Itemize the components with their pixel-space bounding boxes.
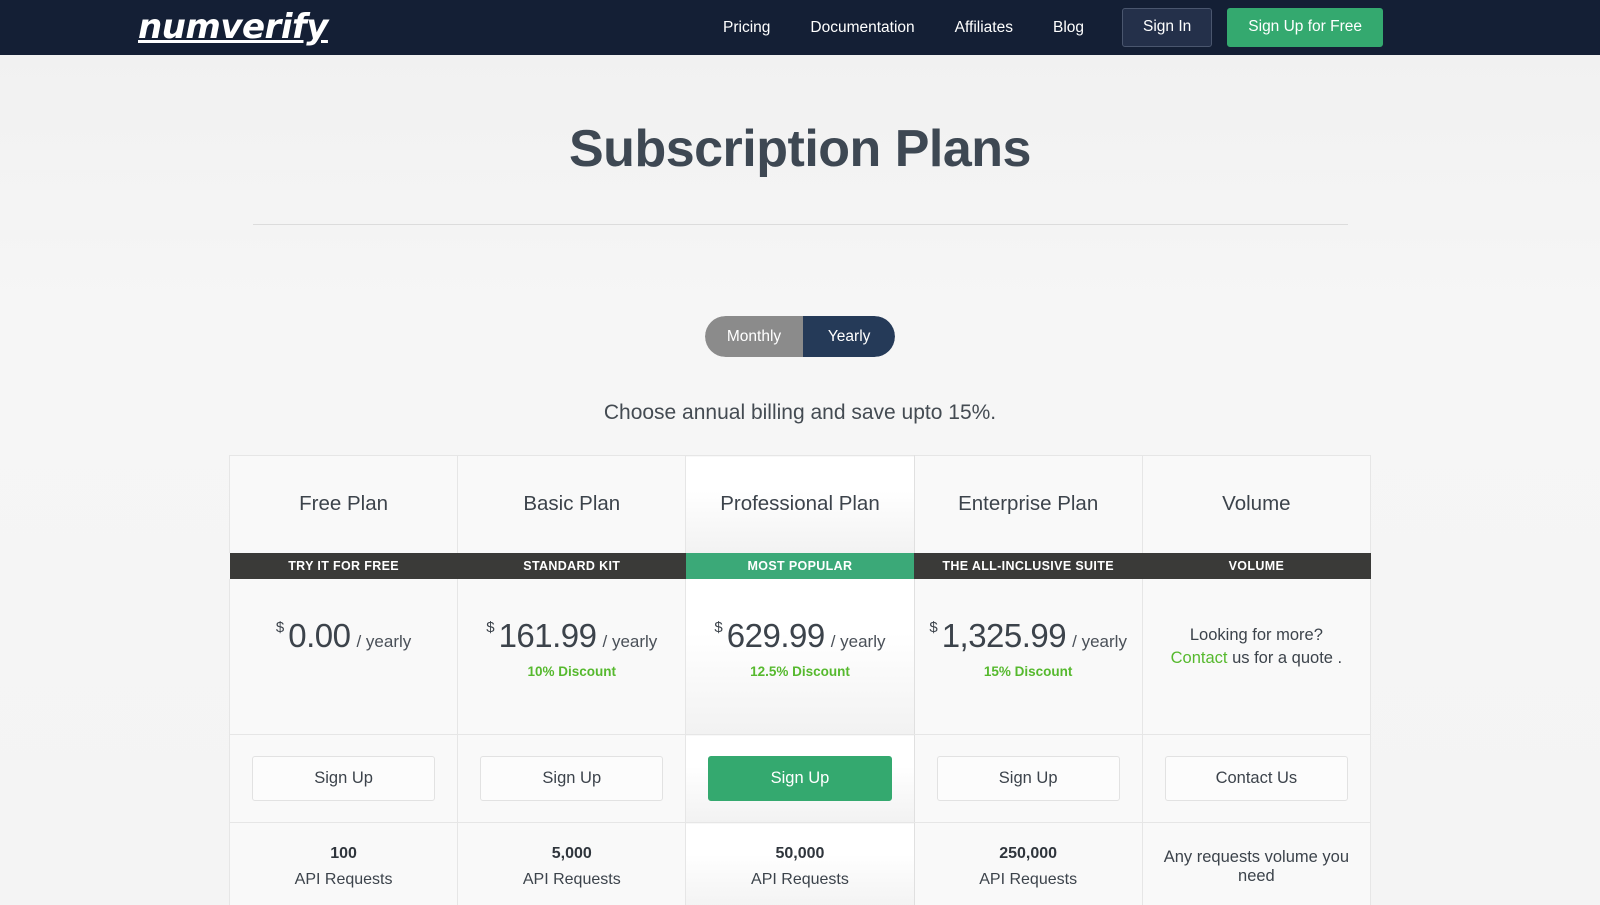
- numverify-logo[interactable]: numverify: [138, 6, 328, 48]
- price-discount: 15% Discount: [983, 663, 1073, 679]
- price-cell-free: $ 0.00 / yearly: [228, 578, 459, 735]
- billing-toggle[interactable]: Monthly Yearly: [704, 316, 896, 357]
- requests-label: API Requests: [979, 870, 1078, 888]
- price-line-professional: $ 629.99 / yearly: [686, 617, 913, 655]
- plan-name-cell-free: Free Plan: [228, 455, 459, 553]
- billing-toggle-wrapper: Monthly Yearly: [0, 316, 1600, 357]
- currency-symbol: $: [714, 618, 723, 636]
- requests-label: API Requests: [751, 870, 849, 888]
- requests-cell-free: 100 API Requests: [228, 822, 459, 905]
- plan-badge-volume: VOLUME: [1142, 552, 1371, 579]
- billing-subtitle: Choose annual billing and save upto 15%.: [603, 401, 997, 424]
- price-line-basic: $ 161.99 / yearly: [458, 617, 685, 655]
- pricing-table-wrapper: Free Plan Basic Plan Professional Plan E…: [228, 455, 1372, 905]
- price-amount: 161.99: [498, 616, 597, 654]
- volume-quote-text: Looking for more? Contact us for a quote…: [1143, 617, 1370, 670]
- page-title: Subscription Plans: [569, 120, 1031, 178]
- signup-button-enterprise[interactable]: Sign Up: [936, 756, 1120, 801]
- requests-note-volume: Any requests volume you need: [1163, 847, 1349, 885]
- price-line-enterprise: $ 1,325.99 / yearly: [915, 617, 1142, 655]
- currency-symbol: $: [486, 618, 495, 636]
- plan-name-cell-basic: Basic Plan: [457, 455, 687, 553]
- requests-count: 250,000: [999, 844, 1058, 862]
- toggle-option-monthly[interactable]: Monthly: [704, 316, 804, 357]
- cta-cell-professional: Sign Up: [685, 734, 915, 823]
- requests-cell-enterprise: 250,000 API Requests: [913, 822, 1143, 905]
- price-amount: 1,325.99: [941, 616, 1067, 654]
- volume-quote-line2: Contact us for a quote .: [1143, 647, 1370, 670]
- top-navbar: numverify Pricing Documentation Affiliat…: [0, 0, 1600, 55]
- price-line-free: $ 0.00 / yearly: [230, 617, 457, 655]
- currency-symbol: $: [929, 618, 938, 636]
- requests-count: 100: [330, 844, 357, 862]
- price-cell-volume: Looking for more? Contact us for a quote…: [1141, 578, 1372, 735]
- plan-name-cell-professional: Professional Plan: [685, 455, 915, 553]
- price-period: / yearly: [1072, 631, 1127, 651]
- toggle-option-yearly[interactable]: Yearly: [803, 316, 896, 357]
- requests-label: API Requests: [294, 870, 393, 888]
- plan-cta-row: Sign Up Sign Up Sign Up Sign Up Contact …: [228, 734, 1372, 823]
- nav-link-blog[interactable]: Blog: [1033, 0, 1104, 55]
- contact-us-button[interactable]: Contact Us: [1164, 756, 1348, 801]
- cta-cell-free: Sign Up: [228, 734, 459, 823]
- contact-link[interactable]: Contact: [1171, 649, 1228, 667]
- plan-name-cell-enterprise: Enterprise Plan: [913, 455, 1143, 553]
- plan-name-cell-volume: Volume: [1141, 455, 1372, 553]
- currency-symbol: $: [275, 618, 285, 636]
- requests-cell-basic: 5,000 API Requests: [457, 822, 687, 905]
- nav-link-documentation[interactable]: Documentation: [790, 0, 934, 55]
- price-cell-basic: $ 161.99 / yearly 10% Discount: [457, 578, 687, 735]
- plan-badge-enterprise: THE ALL-INCLUSIVE SUITE: [914, 552, 1143, 579]
- requests-count: 5,000: [551, 844, 592, 862]
- volume-quote-tail: us for a quote .: [1227, 648, 1343, 667]
- requests-cell-professional: 50,000 API Requests: [685, 822, 915, 905]
- signup-button-free[interactable]: Sign Up: [252, 756, 436, 801]
- plan-badge-free: TRY IT FOR FREE: [229, 552, 458, 579]
- price-cell-enterprise: $ 1,325.99 / yearly 15% Discount: [913, 578, 1143, 735]
- price-amount: 0.00: [288, 616, 351, 654]
- price-period: / yearly: [830, 631, 886, 651]
- requests-count: 50,000: [775, 844, 825, 862]
- price-discount: 12.5% Discount: [750, 663, 850, 679]
- price-amount: 629.99: [726, 616, 825, 654]
- signup-button-basic[interactable]: Sign Up: [480, 756, 664, 801]
- nav-links-group: Pricing Documentation Affiliates Blog Si…: [703, 0, 1383, 55]
- sign-up-for-free-button[interactable]: Sign Up for Free: [1227, 8, 1383, 47]
- requests-cell-volume: Any requests volume you need: [1141, 822, 1372, 905]
- nav-link-affiliates[interactable]: Affiliates: [935, 0, 1033, 55]
- signup-button-professional[interactable]: Sign Up: [708, 756, 892, 801]
- price-cell-professional: $ 629.99 / yearly 12.5% Discount: [685, 578, 915, 735]
- plan-badge-basic: STANDARD KIT: [457, 552, 686, 579]
- price-period: / yearly: [356, 631, 412, 651]
- cta-cell-enterprise: Sign Up: [913, 734, 1143, 823]
- plan-name-row: Free Plan Basic Plan Professional Plan E…: [228, 455, 1372, 553]
- api-requests-row: 100 API Requests 5,000 API Requests 50,0…: [228, 822, 1372, 905]
- price-discount: 10% Discount: [527, 663, 617, 679]
- plan-price-row: $ 0.00 / yearly $ 161.99 / yearly 10% Di…: [228, 578, 1372, 735]
- nav-link-pricing[interactable]: Pricing: [703, 0, 790, 55]
- plan-badge-professional: MOST POPULAR: [685, 552, 915, 579]
- plan-badge-row: TRY IT FOR FREE STANDARD KIT MOST POPULA…: [229, 552, 1371, 579]
- requests-label: API Requests: [522, 870, 621, 888]
- cta-cell-basic: Sign Up: [457, 734, 687, 823]
- sign-in-button[interactable]: Sign In: [1122, 8, 1213, 47]
- volume-quote-line1: Looking for more?: [1189, 625, 1323, 644]
- price-period: / yearly: [602, 631, 658, 651]
- title-divider: [252, 224, 1348, 225]
- cta-cell-volume: Contact Us: [1141, 734, 1372, 823]
- pricing-table: Free Plan Basic Plan Professional Plan E…: [228, 455, 1372, 905]
